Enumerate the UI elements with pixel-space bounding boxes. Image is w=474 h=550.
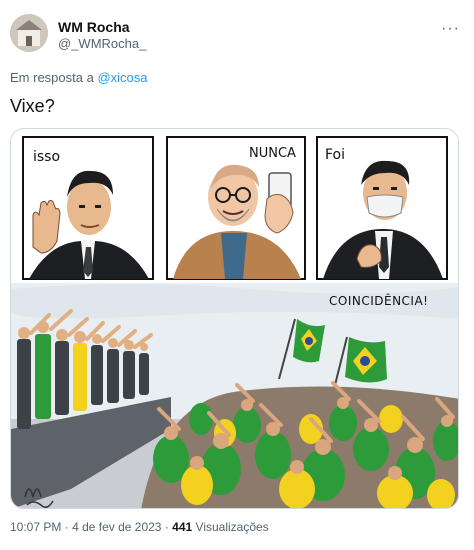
panel-2-caption: NUNCA bbox=[249, 146, 296, 161]
cartoon-panel-3: Foi bbox=[316, 136, 448, 280]
views-count: 441 bbox=[172, 520, 193, 534]
bottom-caption: COINCIDÊNCIA! bbox=[329, 293, 429, 308]
tweet-media-image[interactable]: isso NUNCA Foi COINCIDÊNCIA! bbox=[10, 128, 459, 509]
cartoon-panel-1: isso bbox=[22, 136, 154, 280]
tweet: WM Rocha @_WMRocha_ ··· Em resposta a @x… bbox=[0, 0, 474, 550]
views-label: Visualizações bbox=[195, 520, 269, 534]
tweet-time[interactable]: 10:07 PM bbox=[10, 520, 61, 534]
user-handle[interactable]: @_WMRocha_ bbox=[58, 36, 146, 52]
tweet-text: Vixe? bbox=[10, 96, 55, 116]
panel-3-caption: Foi bbox=[325, 147, 345, 163]
tweet-date[interactable]: 4 de fev de 2023 bbox=[72, 520, 161, 534]
tweet-header: WM Rocha @_WMRocha_ ··· bbox=[10, 14, 464, 60]
meta-separator-2: · bbox=[164, 520, 169, 534]
meta-separator: · bbox=[64, 520, 69, 534]
tweet-metadata: 10:07 PM · 4 de fev de 2023 · 441 Visual… bbox=[10, 520, 269, 534]
more-dots-icon[interactable]: ··· bbox=[441, 20, 460, 38]
display-name[interactable]: WM Rocha bbox=[58, 18, 146, 36]
reply-context: Em resposta a @xicosa bbox=[10, 70, 148, 85]
reply-mention-link[interactable]: @xicosa bbox=[97, 70, 147, 85]
avatar[interactable] bbox=[10, 14, 48, 52]
panel-1-caption: isso bbox=[33, 149, 60, 165]
cartoon-panel-2: NUNCA bbox=[166, 136, 306, 280]
cartoon-crowd-scene: COINCIDÊNCIA! bbox=[11, 283, 458, 508]
author-block: WM Rocha @_WMRocha_ bbox=[58, 18, 146, 52]
reply-prefix: Em resposta a bbox=[10, 70, 94, 85]
